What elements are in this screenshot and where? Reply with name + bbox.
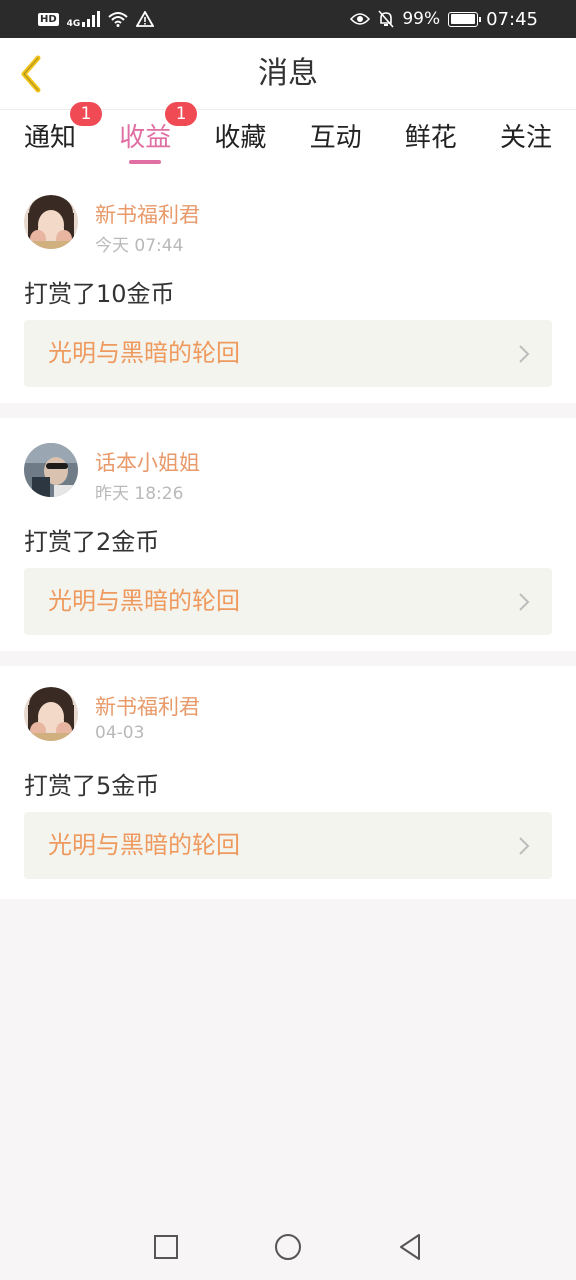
recents-square-icon bbox=[154, 1234, 178, 1259]
home-circle-icon bbox=[275, 1233, 301, 1260]
battery-level-fill bbox=[450, 14, 476, 24]
book-title: 光明与黑暗的轮回 bbox=[48, 831, 240, 859]
tab-interactions[interactable]: 互动 bbox=[310, 110, 362, 174]
message-text: 打赏了2金币 bbox=[24, 528, 160, 556]
app-header: 消息 bbox=[0, 38, 576, 110]
chevron-right-icon bbox=[519, 345, 530, 363]
tab-label: 鲜花 bbox=[404, 123, 457, 153]
hd-icon: HD bbox=[38, 12, 59, 26]
tab-label: 通知 bbox=[24, 123, 77, 153]
tab-bar: 通知 1 收益 1 收藏 互动 鲜花 关注 bbox=[0, 102, 576, 174]
tab-flowers[interactable]: 鲜花 bbox=[405, 110, 457, 174]
system-back-button[interactable] bbox=[392, 1229, 428, 1265]
wifi-icon bbox=[108, 12, 128, 27]
home-button[interactable] bbox=[270, 1229, 306, 1265]
username[interactable]: 新书福利君 bbox=[95, 691, 200, 721]
avatar-image bbox=[24, 195, 78, 249]
avatar[interactable] bbox=[24, 443, 78, 497]
username[interactable]: 新书福利君 bbox=[95, 199, 200, 229]
book-title: 光明与黑暗的轮回 bbox=[48, 339, 240, 367]
warning-icon bbox=[136, 11, 155, 27]
message-text: 打赏了10金币 bbox=[24, 280, 175, 308]
tab-label: 收益 bbox=[119, 123, 172, 153]
message-text: 打赏了5金币 bbox=[24, 772, 160, 800]
clock: 07:45 bbox=[486, 8, 538, 30]
tab-favorites[interactable]: 收藏 bbox=[214, 110, 266, 174]
timestamp: 04-03 bbox=[95, 723, 145, 743]
bell-muted-icon bbox=[378, 10, 394, 28]
chevron-right-icon bbox=[519, 837, 530, 855]
message-card: 新书福利君 今天 07:44 打赏了10金币 光明与黑暗的轮回 bbox=[0, 174, 576, 403]
book-title: 光明与黑暗的轮回 bbox=[48, 587, 240, 615]
battery-icon bbox=[448, 11, 482, 27]
timestamp: 今天 07:44 bbox=[95, 236, 184, 256]
message-card: 话本小姐姐 昨天 18:26 打赏了2金币 光明与黑暗的轮回 bbox=[0, 418, 576, 651]
status-bar: HD 4G 99% 07:45 bbox=[0, 0, 576, 38]
battery-percent: 99% bbox=[402, 9, 441, 29]
message-card: 新书福利君 04-03 打赏了5金币 光明与黑暗的轮回 bbox=[0, 666, 576, 899]
timestamp: 昨天 18:26 bbox=[95, 484, 184, 504]
tab-label: 收藏 bbox=[214, 123, 267, 153]
signal-icon bbox=[82, 11, 101, 27]
avatar[interactable] bbox=[24, 687, 78, 741]
status-left: HD 4G bbox=[38, 10, 155, 29]
book-link[interactable]: 光明与黑暗的轮回 bbox=[24, 320, 552, 387]
recents-button[interactable] bbox=[148, 1229, 184, 1265]
unread-badge: 1 bbox=[165, 102, 198, 126]
tab-earnings[interactable]: 收益 1 bbox=[119, 102, 198, 174]
tab-following[interactable]: 关注 bbox=[500, 110, 552, 174]
tab-label: 互动 bbox=[309, 123, 362, 153]
book-link[interactable]: 光明与黑暗的轮回 bbox=[24, 568, 552, 635]
eye-icon bbox=[350, 13, 371, 25]
book-link[interactable]: 光明与黑暗的轮回 bbox=[24, 812, 552, 879]
page-title: 消息 bbox=[258, 56, 318, 91]
back-triangle-icon bbox=[400, 1233, 420, 1260]
tab-notifications[interactable]: 通知 1 bbox=[24, 102, 103, 174]
avatar-image bbox=[24, 443, 78, 497]
system-nav-bar bbox=[0, 1213, 576, 1280]
unread-badge: 1 bbox=[70, 102, 103, 126]
avatar[interactable] bbox=[24, 195, 78, 249]
network-type: 4G bbox=[66, 18, 81, 29]
username[interactable]: 话本小姐姐 bbox=[95, 447, 200, 477]
chevron-right-icon bbox=[519, 593, 530, 611]
tab-label: 关注 bbox=[499, 123, 552, 153]
status-right: 99% 07:45 bbox=[350, 9, 538, 30]
avatar-image bbox=[24, 687, 78, 741]
